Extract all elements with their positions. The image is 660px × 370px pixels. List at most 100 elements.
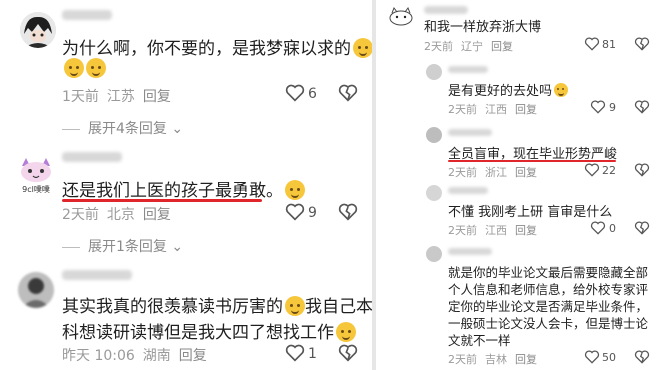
screenshot: 为什么啊，你不要的，是我梦寐以求的 1天前 江苏 回复 6 展开4条回复 ⌄ 9… — [0, 0, 660, 370]
comment-text: 不懂 我刚考上研 盲审是什么 — [448, 205, 613, 220]
avatar-caption: 9cl噗噗 — [22, 185, 50, 194]
comment-meta: 2天前 江西 回复 — [448, 222, 545, 238]
expand-replies-label: 展开1条回复 — [88, 239, 167, 255]
comment-time: 2天前 — [448, 103, 477, 116]
username-blurred[interactable] — [448, 129, 492, 136]
comment-emoji-line — [62, 58, 106, 79]
reply-button[interactable]: 回复 — [515, 224, 537, 237]
crying-emoji-icon — [353, 38, 372, 58]
comment-time: 2天前 — [424, 40, 453, 53]
username-blurred[interactable] — [448, 66, 488, 73]
comment-meta: 2天前 江西 回复 — [448, 101, 545, 117]
divider-dash — [62, 246, 80, 248]
reply-button[interactable]: 回复 — [515, 353, 537, 366]
red-underline-annotation — [62, 199, 262, 202]
like-count: 22 — [602, 164, 616, 177]
like-heart-icon[interactable] — [590, 221, 606, 235]
comment-location: 江苏 — [106, 89, 135, 105]
comment-location: 北京 — [106, 207, 135, 223]
like-count: 6 — [308, 86, 317, 102]
reply-button[interactable]: 回复 — [143, 207, 171, 223]
avatar-cartoon-icon — [389, 6, 413, 26]
avatar[interactable] — [20, 12, 56, 48]
comment-meta: 1天前 江苏 回复 — [62, 86, 179, 106]
left-comment-panel: 为什么啊，你不要的，是我梦寐以求的 1天前 江苏 回复 6 展开4条回复 ⌄ 9… — [0, 0, 372, 370]
comment-time: 2天前 — [448, 353, 477, 366]
comment-time: 2天前 — [448, 224, 477, 237]
reply-button[interactable]: 回复 — [143, 89, 171, 105]
comment-meta: 2天前 吉林 回复 — [448, 351, 545, 367]
expand-replies-button[interactable]: 展开1条回复 ⌄ — [62, 236, 183, 256]
comment-text-line: 为什么啊，你不要的，是我梦寐以求的 — [62, 39, 351, 59]
dislike-broken-heart-icon[interactable] — [634, 100, 650, 114]
comment-text: 其实我真的很羡慕读书厉害的 我自己本 — [62, 292, 372, 317]
reply-button[interactable]: 回复 — [515, 166, 537, 179]
comment-text: 还是我们上医的孩子最勇敢。 — [62, 176, 305, 201]
avatar-photo-icon — [18, 272, 54, 308]
comment-time: 2天前 — [62, 207, 99, 223]
dislike-broken-heart-icon[interactable] — [634, 350, 650, 364]
comment-text-line: 其实我真的很羡慕读书厉害的 — [62, 297, 283, 317]
like-count: 81 — [602, 38, 616, 51]
comment-text-line: 科想读研读博但是我大四了想找工作 — [62, 323, 334, 343]
dislike-broken-heart-icon[interactable] — [338, 344, 358, 362]
comment-location: 吉林 — [485, 353, 507, 366]
like-heart-icon[interactable] — [285, 84, 305, 102]
expand-replies-button[interactable]: 展开4条回复 ⌄ — [62, 118, 183, 138]
like-count: 50 — [602, 351, 616, 364]
chevron-down-icon: ⌄ — [166, 121, 184, 137]
like-heart-icon[interactable] — [584, 163, 600, 177]
username-blurred[interactable] — [448, 248, 492, 255]
username-blurred[interactable] — [62, 270, 132, 280]
avatar[interactable] — [426, 64, 442, 80]
avatar[interactable] — [18, 272, 54, 308]
avatar[interactable]: 9cl噗噗 — [16, 156, 56, 196]
crying-emoji-icon — [554, 83, 569, 97]
like-count: 0 — [609, 222, 616, 235]
comment-text: 为什么啊，你不要的，是我梦寐以求的 — [62, 34, 372, 59]
dislike-broken-heart-icon[interactable] — [338, 84, 358, 102]
comment-location: 浙江 — [485, 166, 507, 179]
comment-time: 昨天 10:06 — [62, 348, 135, 364]
dislike-broken-heart-icon[interactable] — [634, 163, 650, 177]
crying-emoji-icon — [86, 58, 106, 78]
reply-button[interactable]: 回复 — [515, 103, 537, 116]
username-blurred[interactable] — [424, 6, 468, 14]
like-heart-icon[interactable] — [584, 37, 600, 51]
like-heart-icon[interactable] — [285, 344, 305, 362]
right-comment-panel: 和我一样放弃浙大博 2天前 辽宁 回复 81 是有更好的去处吗 2天前 江西 回复 9 … — [376, 0, 660, 370]
avatar-anime-icon — [20, 12, 56, 48]
like-count: 1 — [308, 346, 317, 362]
comment-text-line: 我自己本 — [305, 297, 372, 317]
avatar[interactable] — [426, 185, 442, 201]
crying-emoji-icon — [64, 58, 84, 78]
crying-emoji-icon — [285, 296, 305, 316]
username-blurred[interactable] — [62, 10, 112, 20]
avatar[interactable] — [426, 127, 442, 143]
username-blurred[interactable] — [448, 187, 488, 194]
comment-text: 和我一样放弃浙大博 — [424, 20, 542, 35]
avatar[interactable] — [388, 6, 414, 26]
like-heart-icon[interactable] — [285, 203, 305, 221]
avatar[interactable] — [426, 246, 442, 262]
like-count: 9 — [609, 101, 616, 114]
comment-location: 辽宁 — [461, 40, 483, 53]
dislike-broken-heart-icon[interactable] — [338, 203, 358, 221]
crying-emoji-icon — [336, 322, 356, 342]
comment-meta: 昨天 10:06 湖南 回复 — [62, 345, 215, 365]
username-blurred[interactable] — [62, 152, 122, 162]
comment-text-line: 是有更好的去处吗 — [448, 84, 553, 99]
comment-time: 2天前 — [448, 166, 477, 179]
reply-button[interactable]: 回复 — [491, 40, 513, 53]
reply-button[interactable]: 回复 — [179, 348, 207, 364]
comment-location: 江西 — [485, 224, 507, 237]
comment-meta: 2天前 北京 回复 — [62, 204, 179, 224]
red-underline-annotation — [448, 160, 616, 162]
like-heart-icon[interactable] — [584, 350, 600, 364]
like-heart-icon[interactable] — [590, 100, 606, 114]
dislike-broken-heart-icon[interactable] — [634, 37, 650, 51]
dislike-broken-heart-icon[interactable] — [634, 221, 650, 235]
comment-location: 湖南 — [142, 348, 171, 364]
comment-text-line: 还是我们上医的孩子最勇敢。 — [62, 181, 283, 201]
comment-text: 是有更好的去处吗 — [448, 80, 569, 99]
